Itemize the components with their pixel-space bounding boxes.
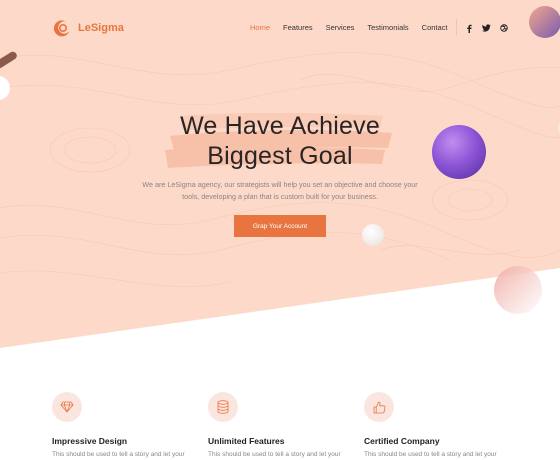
thumbs-up-icon	[364, 392, 394, 422]
nav-divider	[456, 19, 457, 35]
site-header: LeSigma Home Features Services Testimoni…	[0, 0, 560, 56]
hero-title-line-2: Biggest Goal	[207, 142, 353, 170]
feature-card-certified: Certified Company This should be used to…	[364, 392, 504, 458]
nav-item-testimonials[interactable]: Testimonials	[367, 23, 408, 32]
diamond-icon	[52, 392, 82, 422]
nav-item-services[interactable]: Services	[326, 23, 355, 32]
feature-card-features: Unlimited Features This should be used t…	[208, 392, 348, 458]
feature-title: Impressive Design	[52, 436, 128, 446]
landing-page: LeSigma Home Features Services Testimoni…	[0, 0, 560, 460]
nav-item-contact[interactable]: Contact	[422, 23, 448, 32]
database-icon	[208, 392, 238, 422]
hero-subtitle-line-2: tools, developing a plan that is custom …	[182, 192, 378, 201]
feature-title: Unlimited Features	[208, 436, 285, 446]
twitter-icon[interactable]	[481, 23, 491, 33]
feature-title: Certified Company	[364, 436, 440, 446]
brand-name: LeSigma	[78, 22, 124, 34]
dribbble-icon[interactable]	[499, 23, 509, 33]
logo-crescent-icon	[53, 20, 70, 37]
brand-logo[interactable]: LeSigma	[52, 18, 124, 38]
nav-item-features[interactable]: Features	[283, 23, 313, 32]
white-sphere	[362, 224, 384, 246]
grab-account-button[interactable]: Grap Your Account	[234, 215, 326, 237]
feature-text: This should be used to tell a story and …	[52, 451, 185, 458]
facebook-icon[interactable]	[464, 23, 474, 33]
feature-card-design: Impressive Design This should be used to…	[52, 392, 192, 458]
hero-subtitle-line-1: We are LeSigma agency, our strategists w…	[142, 180, 418, 189]
feature-text: This should be used to tell a story and …	[364, 451, 497, 458]
nav-item-home[interactable]: Home	[250, 23, 270, 32]
feature-text: This should be used to tell a story and …	[208, 451, 341, 458]
hero-title-line-1: We Have Achieve	[180, 112, 380, 140]
pink-sphere	[494, 266, 542, 314]
main-nav: Home Features Services Testimonials Cont…	[250, 23, 461, 32]
